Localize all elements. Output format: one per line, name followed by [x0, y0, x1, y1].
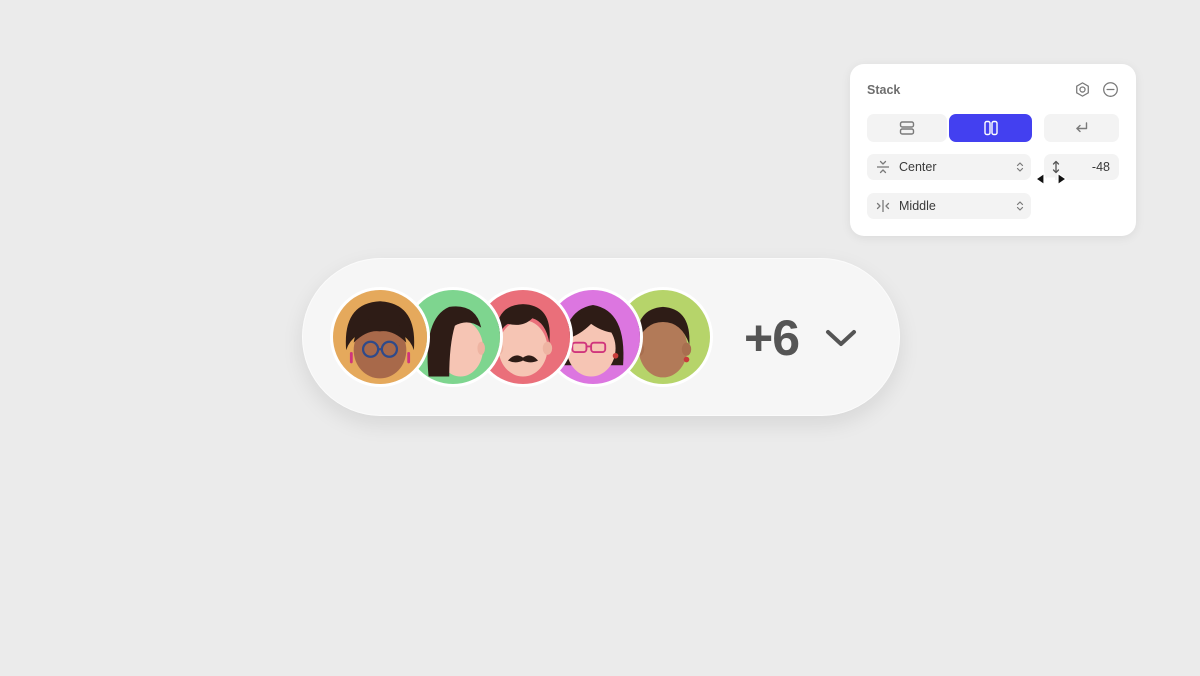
chevron-updown-icon — [1009, 161, 1031, 173]
chevron-updown-icon — [1009, 200, 1031, 212]
chevron-down-icon[interactable] — [822, 322, 860, 354]
direction-horizontal-button[interactable] — [949, 114, 1032, 142]
distribute-middle-icon — [867, 199, 899, 213]
overflow-count[interactable]: +6 — [744, 309, 800, 367]
distribute-value: Middle — [899, 199, 936, 213]
remove-icon[interactable] — [1101, 80, 1119, 98]
align-center-icon — [867, 160, 899, 174]
direction-vertical-button[interactable] — [867, 114, 947, 142]
direction-wrap-button[interactable] — [1044, 114, 1119, 142]
settings-icon[interactable] — [1073, 80, 1091, 98]
align-select[interactable]: Center — [867, 154, 1031, 180]
rows-icon — [899, 121, 915, 135]
stack-panel: Stack Center -48 Middle — [850, 64, 1136, 236]
wrap-icon — [1075, 122, 1087, 133]
gap-value: -48 — [1091, 160, 1110, 174]
gap-field[interactable]: -48 — [1044, 154, 1119, 180]
avatar-1[interactable] — [330, 287, 430, 387]
distribute-select[interactable]: Middle — [867, 193, 1031, 219]
columns-icon — [983, 120, 998, 136]
panel-title: Stack — [867, 83, 901, 97]
align-value: Center — [899, 160, 937, 174]
gap-vertical-icon — [1044, 160, 1068, 174]
